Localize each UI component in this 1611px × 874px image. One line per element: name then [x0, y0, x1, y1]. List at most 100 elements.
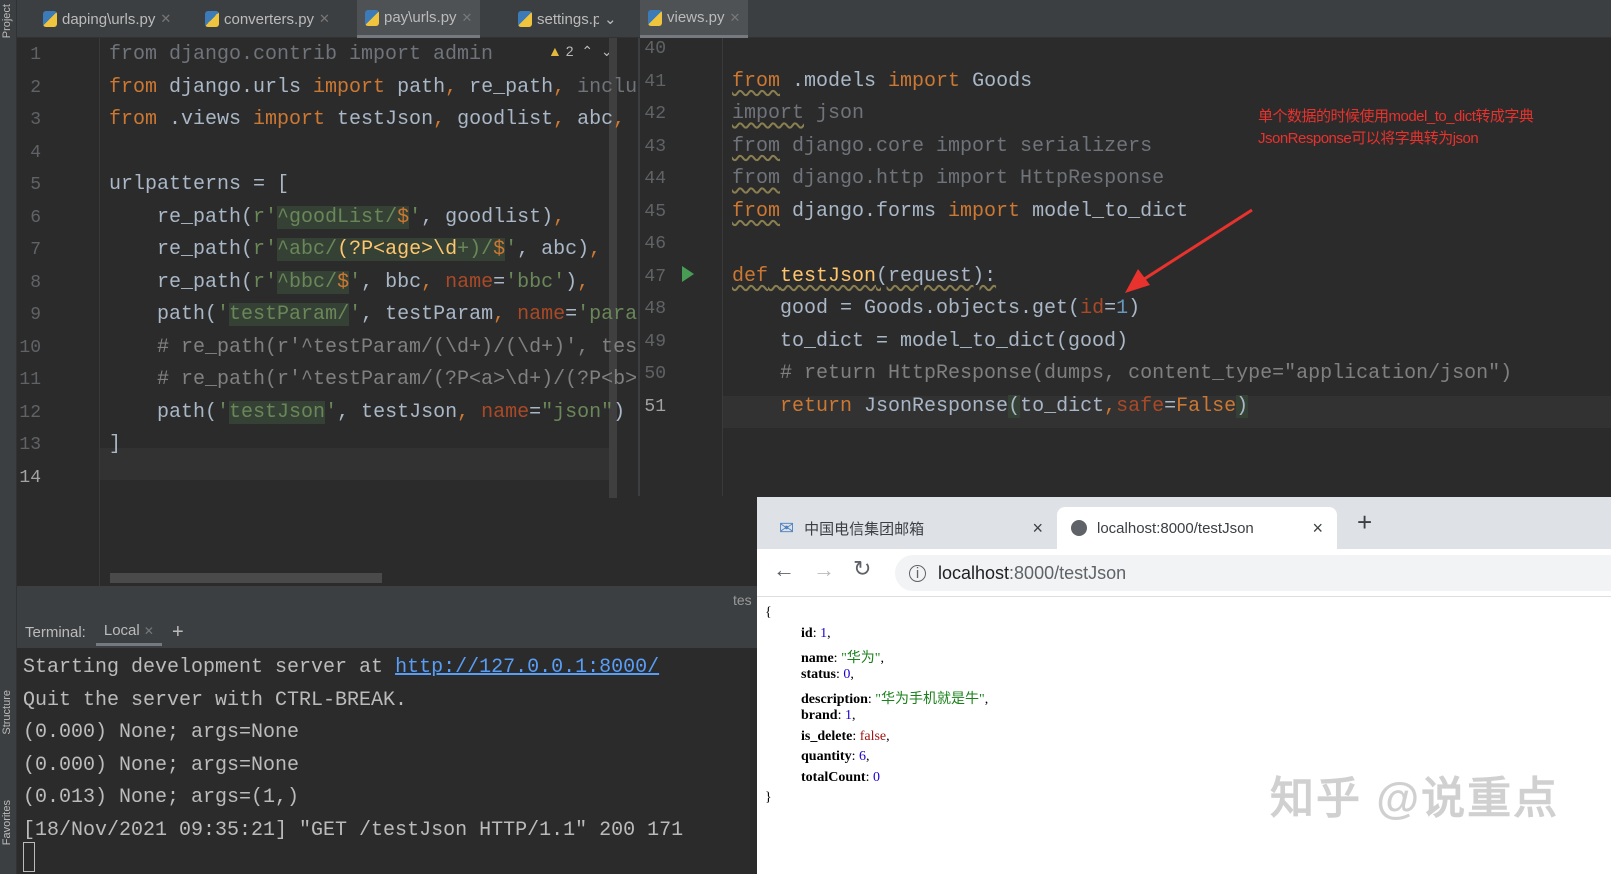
code-token: testJson	[229, 400, 326, 424]
brace: {	[765, 605, 772, 620]
code-line: to_dict = model_to_dict(good)	[732, 326, 1128, 358]
code-token: 1	[1116, 297, 1129, 320]
code-token: $	[397, 205, 410, 229]
code-token: ^goodList/	[277, 205, 398, 229]
code-token: 'bbc'	[505, 270, 566, 294]
code-line: re_path(r'^goodList/$', goodlist),	[109, 202, 565, 234]
terminal-text: (0.013) None; args=(1,)	[23, 786, 300, 809]
inspection-widget[interactable]: ▲ 2 ⌃ ⌄	[548, 43, 613, 60]
code-token: False	[1176, 394, 1237, 418]
close-icon[interactable]: ✕	[462, 10, 473, 26]
code-line: # return HttpResponse(dumps, content_typ…	[732, 358, 1512, 390]
code-line: re_path(r'^abc/(?P<age>\d+)/$', abc),	[109, 234, 601, 266]
json-line: name: "华为",	[801, 650, 884, 666]
json-line: description: "华为手机就是牛",	[801, 691, 989, 707]
structure-tool-button[interactable]: Structure	[1, 690, 13, 735]
terminal-text: (0.000) None; args=None	[23, 721, 300, 744]
python-file-icon	[205, 11, 219, 27]
python-file-icon	[365, 9, 379, 26]
tab-label: converters.py	[224, 10, 315, 28]
terminal-text: [18/Nov/2021 09:35:21] "GET /testJson HT…	[23, 818, 684, 842]
code-line: import json	[732, 98, 864, 130]
code-token: =	[529, 400, 542, 424]
new-terminal-button[interactable]: +	[172, 621, 184, 644]
forward-icon[interactable]: →	[813, 557, 835, 583]
json-value: 1	[820, 626, 828, 641]
code-token: django.core import serializers	[780, 134, 1153, 158]
terminal-panel[interactable]: Terminal: Local ✕ + tes Starting develop…	[17, 586, 757, 874]
tab-pay-urls[interactable]: pay\urls.py ✕	[357, 0, 481, 38]
code-token: ,	[433, 108, 446, 131]
code-token: '	[349, 303, 362, 326]
code-token: abc	[565, 108, 614, 131]
close-icon[interactable]: ✕	[144, 624, 154, 638]
address-bar-row: ← → ↻ i localhost:8000/testJson	[757, 549, 1611, 597]
gutter-divider	[99, 38, 100, 586]
code-token: )	[565, 270, 578, 294]
chevron-down-icon[interactable]: ⌄	[604, 10, 617, 28]
close-tab-button[interactable]: ×	[1312, 518, 1323, 539]
code-token: inclu	[565, 75, 638, 99]
project-tool-button[interactable]: Project	[1, 4, 13, 38]
line-number: 8	[30, 272, 41, 293]
url-input[interactable]: i localhost:8000/testJson	[895, 555, 1611, 591]
json-line: {	[765, 605, 772, 621]
json-key: name	[801, 650, 834, 666]
code-token: ,	[589, 238, 602, 261]
server-url-link[interactable]: http://127.0.0.1:8000/	[395, 656, 659, 679]
code-line: # re_path(r'^testParam/(\d+)/(\d+)', tes	[109, 332, 637, 364]
terminal-text: Starting development server at	[23, 656, 396, 679]
code-token: re_path(	[109, 205, 254, 229]
code-token: , bbc	[361, 270, 422, 294]
code-token: from	[732, 199, 781, 223]
code-token: .models	[780, 69, 889, 93]
line-number: 42	[644, 104, 666, 124]
tab-settings[interactable]: settings.py ⌄	[510, 0, 645, 38]
code-token: ,	[1104, 394, 1117, 418]
new-tab-button[interactable]: +	[1357, 507, 1372, 538]
code-token: ,	[577, 270, 590, 294]
terminal-text: Quit the server with CTRL-BREAK.	[23, 688, 408, 712]
tab-converters[interactable]: converters.py ✕	[197, 0, 338, 38]
code-token: to_dict = model_to_dict(good)	[732, 329, 1129, 353]
line-number: 3	[30, 110, 41, 130]
close-icon[interactable]: ✕	[160, 11, 171, 27]
code-token: goodlist	[445, 108, 554, 131]
code-token: safe	[1116, 394, 1165, 418]
left-code-editor[interactable]: ▲ 2 ⌃ ⌄ 1 from django.contrib import admi…	[17, 38, 638, 586]
close-icon[interactable]: ✕	[319, 11, 330, 27]
reload-icon[interactable]: ↻	[853, 556, 871, 582]
info-icon[interactable]: i	[909, 564, 926, 582]
tab-views[interactable]: views.py ✕	[640, 0, 749, 38]
favorites-tool-button[interactable]: Favorites	[1, 800, 13, 845]
code-token: =	[493, 270, 506, 294]
line-number: 51	[644, 396, 666, 417]
line-number: 44	[644, 169, 666, 189]
json-value: 0	[872, 769, 880, 785]
editor-tab-bar: daping\urls.py ✕ converters.py ✕ pay\urls.…	[17, 0, 1611, 38]
close-icon[interactable]: ✕	[730, 10, 741, 26]
browser-tab-localhost[interactable]: localhost:8000/testJson ×	[1057, 507, 1337, 549]
code-line: from django.http import HttpResponse	[732, 163, 1164, 195]
close-tab-button[interactable]: ×	[1032, 518, 1043, 539]
terminal-text: (0.000) None; args=None	[23, 753, 300, 777]
horizontal-scrollbar[interactable]	[110, 573, 382, 583]
watermark: 知乎 @说重点	[1270, 774, 1560, 823]
back-icon[interactable]: ←	[773, 557, 795, 583]
json-key: totalCount	[801, 769, 866, 785]
browser-tab-mail[interactable]: ✉ 中国电信集团邮箱 ×	[765, 507, 1057, 549]
tab-local[interactable]: Local ✕	[95, 618, 162, 646]
python-file-icon	[648, 9, 662, 26]
tab-daping-urls[interactable]: daping\urls.py ✕	[35, 0, 179, 38]
code-token: , abc)	[517, 238, 590, 261]
json-value: 0	[843, 667, 851, 682]
code-token: from django.contrib import admin	[109, 43, 494, 66]
code-line: urlpatterns = [	[109, 169, 289, 201]
code-line: from .models import Goods	[732, 66, 1032, 98]
json-value: 1	[844, 708, 852, 723]
browser-tab-strip: ✉ 中国电信集团邮箱 × localhost:8000/testJson × +	[757, 497, 1611, 549]
code-token: import	[948, 199, 1021, 223]
run-icon[interactable]	[682, 266, 694, 282]
code-token: +)/	[457, 238, 494, 261]
json-key: is_delete	[801, 728, 853, 744]
